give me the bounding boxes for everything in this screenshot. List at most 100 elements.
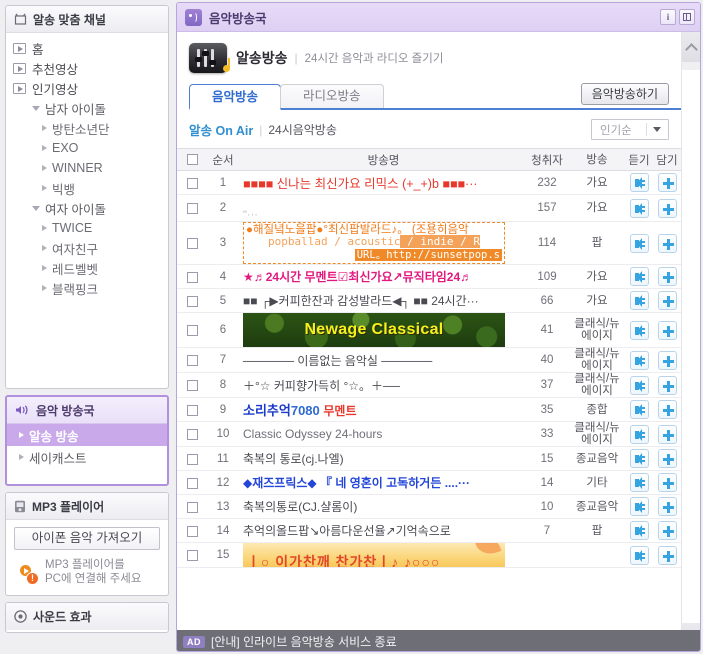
save-button[interactable]	[657, 521, 677, 540]
row-checkbox[interactable]	[186, 453, 198, 465]
row-save-cell[interactable]	[653, 288, 681, 313]
play-button[interactable]	[629, 320, 649, 340]
row-checkbox[interactable]	[186, 177, 198, 189]
channel-item-4[interactable]: 방탄소년단	[6, 118, 168, 138]
broadcast-title[interactable]: 축복의 통로(cj.나엘)	[243, 452, 344, 466]
channel-item-3[interactable]: 남자 아이돌	[6, 98, 168, 118]
row-play-cell[interactable]	[625, 446, 653, 471]
play-button[interactable]	[629, 497, 649, 516]
channel-item-7[interactable]: 빅뱅	[6, 178, 168, 198]
save-button[interactable]	[657, 291, 677, 310]
header-select-all[interactable]	[177, 148, 207, 171]
broadcast-title[interactable]: 축복의통로(CJ.샬롬이)	[243, 500, 357, 514]
row-play-cell[interactable]	[625, 397, 653, 422]
save-button[interactable]	[657, 173, 677, 192]
sort-select[interactable]: 인기순	[591, 119, 669, 140]
table-row[interactable]: 8 ＋°☆ 커피향가득히 °☆。＋── 37 클래식/뉴에이지	[177, 372, 681, 398]
row-checkbox-cell[interactable]	[177, 470, 207, 495]
import-iphone-music-button[interactable]: 아이폰 음악 가져오기	[14, 527, 160, 550]
channel-item-11[interactable]: 레드벨벳	[6, 258, 168, 278]
row-save-cell[interactable]	[653, 397, 681, 422]
row-checkbox-cell[interactable]	[177, 221, 207, 265]
broadcast-title[interactable]: ●해질녘노을팝●°최신팝발라드♪。 (조용히음악 popballad / acou…	[243, 222, 505, 264]
save-button[interactable]	[657, 449, 677, 468]
channel-item-2[interactable]: 인기영상	[6, 78, 168, 98]
row-save-cell[interactable]	[653, 421, 681, 447]
row-play-cell[interactable]	[625, 221, 653, 265]
table-row[interactable]: 12 ◆재즈프릭스◆ 『 네 영혼이 고독하거든 ....··· 14 기타	[177, 470, 681, 495]
row-checkbox-cell[interactable]	[177, 397, 207, 422]
sound-effect-panel[interactable]: 사운드 효과	[5, 602, 169, 633]
station-item-1[interactable]: 세이캐스트	[7, 446, 167, 468]
save-button[interactable]	[657, 375, 677, 395]
scrollbar-thumb[interactable]	[682, 62, 700, 70]
row-play-cell[interactable]	[625, 518, 653, 543]
broadcast-title[interactable]: ■■■■ 신나는 최신가요 리믹스 (+_+)b ■■■···	[243, 177, 478, 191]
row-checkbox-cell[interactable]	[177, 421, 207, 447]
row-checkbox-cell[interactable]	[177, 288, 207, 313]
broadcast-title[interactable]: Newage Classical	[243, 313, 505, 347]
table-row[interactable]: 3 ●해질녘노을팝●°최신팝발라드♪。 (조용히음악 popballad / aco…	[177, 221, 681, 265]
play-button[interactable]	[629, 400, 649, 419]
table-row[interactable]: 13 축복의통로(CJ.샬롬이) 10 종교음악	[177, 494, 681, 519]
row-play-cell[interactable]	[625, 494, 653, 519]
vertical-scrollbar[interactable]	[681, 32, 700, 651]
table-row[interactable]: 11 축복의 통로(cj.나엘) 15 종교음악	[177, 446, 681, 471]
row-save-cell[interactable]	[653, 470, 681, 495]
channel-item-1[interactable]: 추천영상	[6, 58, 168, 78]
table-row[interactable]: 5 ■■ ┌▶커피한잔과 감성발라드◀┐ ■■ 24시간··· 66 가요	[177, 288, 681, 313]
broadcast-title[interactable]: 추억의올드팝↘아름다운선율↗기억속으로	[243, 524, 451, 538]
start-broadcast-button[interactable]: 음악방송하기	[580, 83, 669, 105]
broadcast-title[interactable]: ★♬24시간 무멘트☑최신가요↗뮤직타임24♬	[243, 270, 472, 284]
row-save-cell[interactable]	[653, 264, 681, 289]
save-button[interactable]	[657, 320, 677, 340]
row-play-cell[interactable]	[625, 542, 653, 568]
row-save-cell[interactable]	[653, 347, 681, 373]
save-button[interactable]	[657, 233, 677, 253]
row-checkbox[interactable]	[186, 525, 198, 537]
save-button[interactable]	[657, 424, 677, 444]
channel-item-9[interactable]: TWICE	[6, 218, 168, 238]
row-checkbox[interactable]	[186, 355, 198, 367]
row-checkbox[interactable]	[186, 271, 198, 283]
row-save-cell[interactable]	[653, 518, 681, 543]
station-item-0[interactable]: 알송 방송	[7, 424, 167, 446]
select-all-checkbox[interactable]	[186, 153, 198, 165]
row-checkbox[interactable]	[186, 429, 198, 441]
table-row[interactable]: 14 추억의올드팝↘아름다운선율↗기억속으로 7 팝	[177, 518, 681, 543]
row-checkbox[interactable]	[186, 380, 198, 392]
row-save-cell[interactable]	[653, 372, 681, 398]
row-play-cell[interactable]	[625, 470, 653, 495]
play-button[interactable]	[629, 267, 649, 286]
save-button[interactable]	[657, 473, 677, 492]
play-button[interactable]	[629, 198, 649, 218]
row-checkbox[interactable]	[186, 325, 198, 337]
layout-button[interactable]	[679, 9, 695, 25]
row-save-cell[interactable]	[653, 542, 681, 568]
row-play-cell[interactable]	[625, 264, 653, 289]
channel-item-12[interactable]: 블랙핑크	[6, 278, 168, 298]
row-play-cell[interactable]	[625, 288, 653, 313]
row-save-cell[interactable]	[653, 494, 681, 519]
table-row[interactable]: 1 ■■■■ 신나는 최신가요 리믹스 (+_+)b ■■■··· 232 가요	[177, 170, 681, 195]
status-message[interactable]: [안내] 인라이브 음악방송 서비스 종료	[211, 633, 397, 650]
row-checkbox[interactable]	[186, 203, 198, 215]
row-checkbox[interactable]	[186, 477, 198, 489]
table-row[interactable]: 6 Newage Classical 41 클래식/뉴에이지	[177, 312, 681, 348]
row-play-cell[interactable]	[625, 312, 653, 348]
row-play-cell[interactable]	[625, 372, 653, 398]
table-row[interactable]: 9 소리추억7080 무멘트 35 종합	[177, 397, 681, 422]
row-checkbox-cell[interactable]	[177, 542, 207, 568]
row-checkbox-cell[interactable]	[177, 347, 207, 373]
channel-item-5[interactable]: EXO	[6, 138, 168, 158]
channel-item-6[interactable]: WINNER	[6, 158, 168, 178]
broadcast-title[interactable]: "···	[243, 209, 258, 221]
play-button[interactable]	[629, 424, 649, 444]
play-button[interactable]	[629, 545, 649, 565]
broadcast-title[interactable]: 소리추억7080 무멘트	[243, 403, 357, 418]
scroll-up-button[interactable]	[682, 32, 700, 62]
row-save-cell[interactable]	[653, 446, 681, 471]
table-row[interactable]: 2 "··· 157 가요	[177, 194, 681, 222]
table-row[interactable]: 10 Classic Odyssey 24-hours 33 클래식/뉴에이지	[177, 421, 681, 447]
channel-item-8[interactable]: 여자 아이돌	[6, 198, 168, 218]
